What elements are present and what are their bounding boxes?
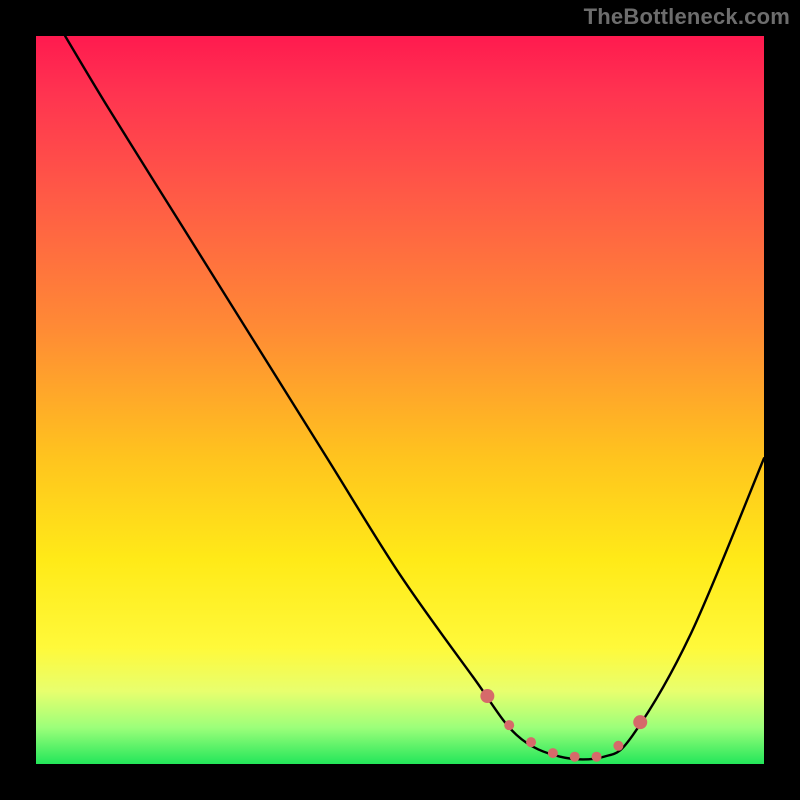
curve-layer [36,36,764,764]
curve-marker [548,748,558,758]
watermark-text: TheBottleneck.com [584,4,790,30]
bottleneck-curve-path [65,36,764,759]
chart-frame: TheBottleneck.com [0,0,800,800]
curve-marker [592,752,602,762]
curve-marker [633,715,647,729]
curve-marker [526,737,536,747]
curve-marker [480,689,494,703]
marker-group [480,689,647,762]
plot-area [36,36,764,764]
curve-marker [504,720,514,730]
curve-marker [613,741,623,751]
curve-marker [570,752,580,762]
